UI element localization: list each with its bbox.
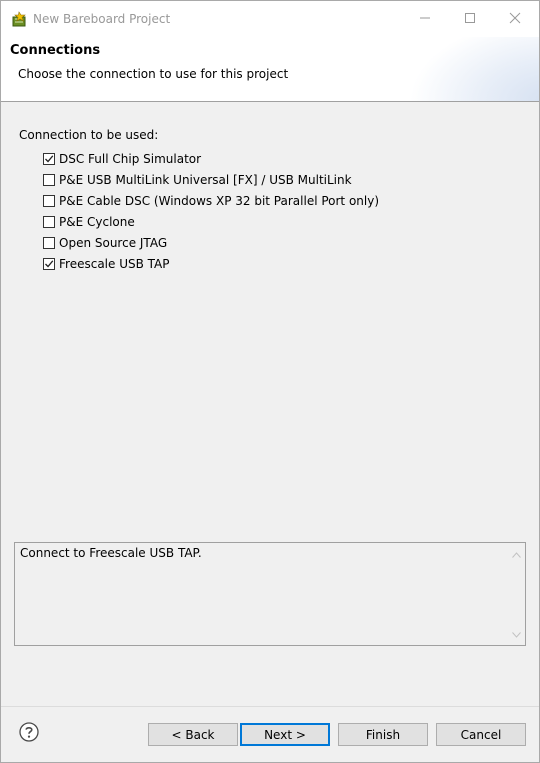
dialog-window: New Bareboard Project Connections Choose… [0, 0, 540, 763]
cancel-button[interactable]: Cancel [436, 723, 526, 746]
connections-list: DSC Full Chip Simulator P&E USB MultiLin… [43, 148, 379, 274]
connection-label: DSC Full Chip Simulator [59, 151, 202, 166]
checkbox[interactable] [43, 173, 55, 186]
title-bar[interactable]: New Bareboard Project [1, 1, 539, 37]
connections-label: Connection to be used: [19, 128, 159, 142]
connection-label: P&E Cyclone [59, 214, 135, 229]
connection-option-open-source-jtag[interactable]: Open Source JTAG [43, 232, 379, 253]
connection-option-pe-usb-multilink[interactable]: P&E USB MultiLink Universal [FX] / USB M… [43, 169, 379, 190]
connection-option-dsc-simulator[interactable]: DSC Full Chip Simulator [43, 148, 379, 169]
page-description: Choose the connection to use for this pr… [18, 67, 289, 81]
finish-button[interactable]: Finish [338, 723, 428, 746]
window-title: New Bareboard Project [33, 12, 171, 26]
connection-label: P&E Cable DSC (Windows XP 32 bit Paralle… [59, 193, 380, 208]
help-icon [19, 722, 39, 745]
connection-option-pe-cyclone[interactable]: P&E Cyclone [43, 211, 379, 232]
wizard-banner: Connections Choose the connection to use… [1, 37, 539, 102]
connection-label: Freescale USB TAP [59, 256, 170, 271]
connection-option-pe-cable-dsc[interactable]: P&E Cable DSC (Windows XP 32 bit Paralle… [43, 190, 379, 211]
connection-label: Open Source JTAG [59, 235, 168, 250]
checkbox[interactable] [43, 194, 55, 207]
next-button[interactable]: Next > [240, 723, 330, 746]
vertical-scrollbar[interactable] [508, 543, 525, 645]
maximize-icon [464, 12, 476, 27]
connection-label: P&E USB MultiLink Universal [FX] / USB M… [59, 172, 352, 187]
footer-divider [1, 706, 539, 707]
connection-description-box[interactable]: Connect to Freescale USB TAP. [14, 542, 526, 646]
scroll-up-icon[interactable] [512, 547, 521, 561]
scroll-down-icon[interactable] [512, 627, 521, 641]
checkbox[interactable] [43, 152, 55, 165]
connection-option-freescale-usb-tap[interactable]: Freescale USB TAP [43, 253, 379, 274]
checkmark-icon [45, 154, 54, 162]
close-button[interactable] [492, 3, 538, 35]
close-icon [509, 12, 521, 27]
app-icon [11, 11, 29, 27]
checkbox[interactable] [43, 236, 55, 249]
help-button[interactable] [19, 722, 39, 742]
checkmark-icon [45, 259, 54, 267]
back-button[interactable]: < Back [148, 723, 238, 746]
minimize-button[interactable] [402, 3, 448, 35]
banner-decoration [409, 37, 539, 101]
page-title: Connections [10, 43, 101, 58]
minimize-icon [419, 12, 431, 27]
checkbox[interactable] [43, 257, 55, 270]
connection-description-text: Connect to Freescale USB TAP. [20, 546, 202, 560]
maximize-button[interactable] [447, 3, 493, 35]
checkbox[interactable] [43, 215, 55, 228]
